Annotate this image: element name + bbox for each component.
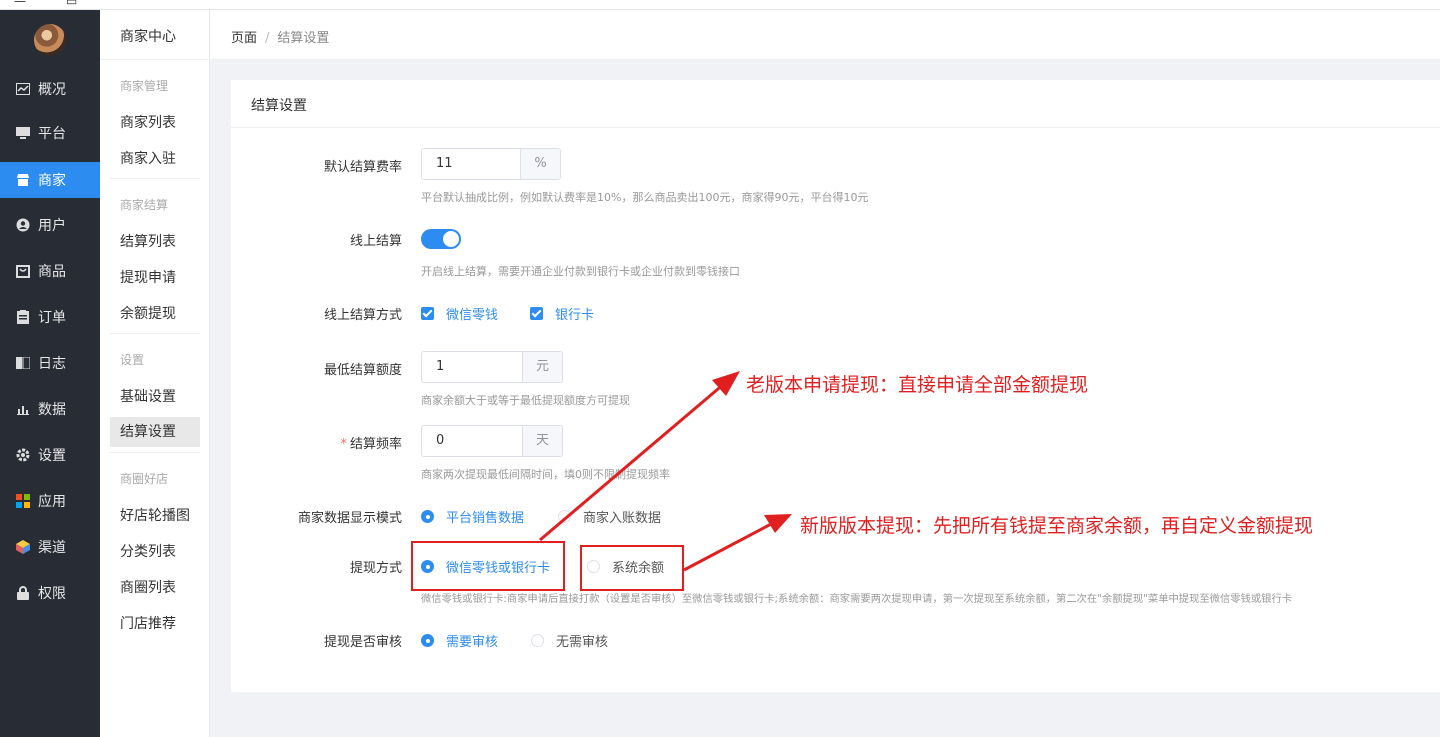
arrowhead-icon <box>764 514 792 533</box>
annotation-arrow-new <box>683 520 776 572</box>
annotation-text-old: 老版本申请提现：直接申请全部金额提现 <box>746 374 1089 396</box>
annotation-text-new: 新版版本提现：先把所有钱提至商家余额，再自定义金额提现 <box>800 515 1314 537</box>
annotation-arrows <box>539 371 792 572</box>
annotation-arrow-old <box>539 381 726 542</box>
